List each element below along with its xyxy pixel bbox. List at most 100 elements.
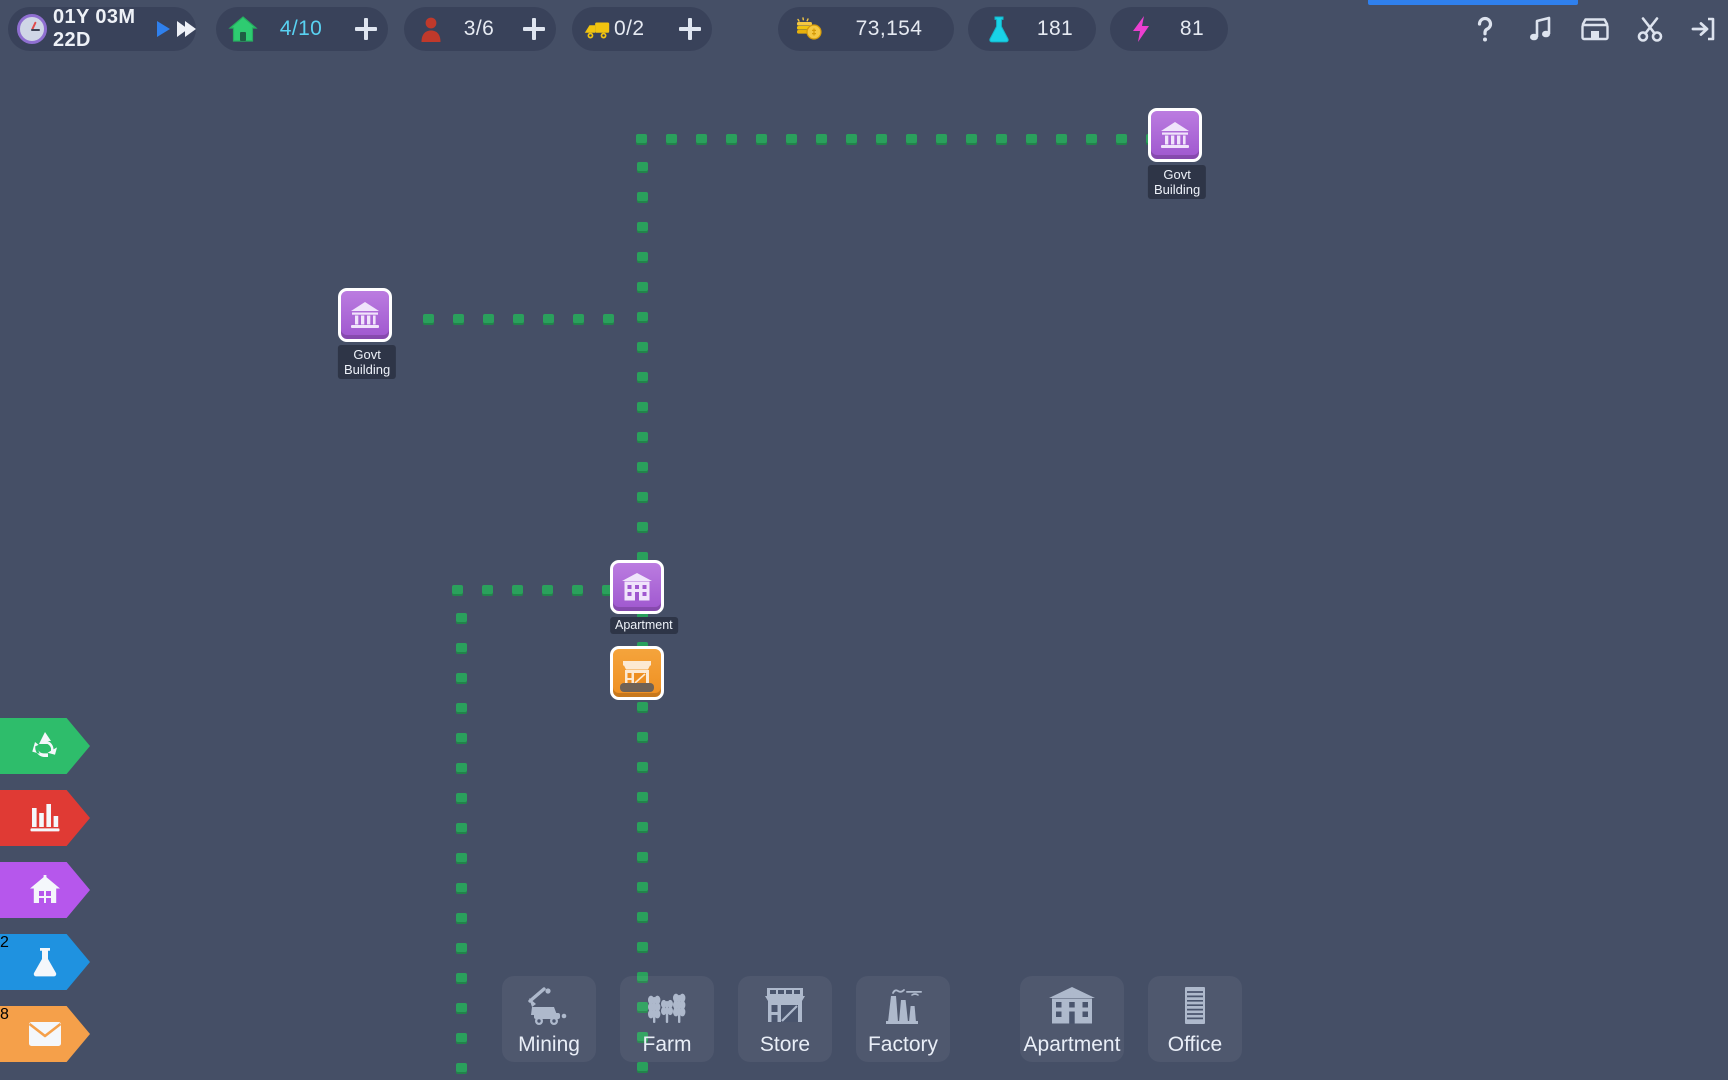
road-tile[interactable] [637, 402, 648, 413]
city-map[interactable]: Govt Building Govt Building Apartment [0, 0, 1728, 1080]
map-building-govt-2[interactable]: Govt Building [338, 288, 396, 379]
road-tile[interactable] [637, 522, 648, 533]
road-tile[interactable] [456, 763, 467, 774]
time-controls[interactable]: 01Y 03M 22D [8, 7, 196, 51]
road-tile[interactable] [637, 912, 648, 923]
road-tile[interactable] [456, 913, 467, 924]
road-tile[interactable] [543, 314, 554, 325]
road-tile[interactable] [637, 942, 648, 953]
road-tile[interactable] [637, 162, 648, 173]
road-tile[interactable] [423, 314, 434, 325]
road-tile[interactable] [696, 134, 707, 145]
road-tile[interactable] [1116, 134, 1127, 145]
road-tile[interactable] [966, 134, 977, 145]
road-tile[interactable] [1026, 134, 1037, 145]
road-tile[interactable] [1086, 134, 1097, 145]
road-tile[interactable] [637, 882, 648, 893]
road-tile[interactable] [936, 134, 947, 145]
road-tile[interactable] [816, 134, 827, 145]
road-tile[interactable] [906, 134, 917, 145]
bank-icon[interactable] [1148, 108, 1202, 162]
add-housing-button[interactable] [344, 18, 388, 40]
envelope-icon [27, 1019, 63, 1049]
build-button-office[interactable]: Office [1148, 976, 1242, 1062]
road-tile[interactable] [637, 492, 648, 503]
road-tile[interactable] [637, 252, 648, 263]
road-tile[interactable] [456, 1003, 467, 1014]
road-tile[interactable] [483, 314, 494, 325]
road-tile[interactable] [456, 883, 467, 894]
road-tile[interactable] [603, 314, 614, 325]
resource-housing[interactable]: 4/10 [216, 7, 388, 51]
road-tile[interactable] [456, 943, 467, 954]
road-tile[interactable] [456, 733, 467, 744]
road-tile[interactable] [756, 134, 767, 145]
road-tile[interactable] [572, 585, 583, 596]
road-tile[interactable] [637, 792, 648, 803]
resource-population[interactable]: 3/6 [404, 7, 556, 51]
bank-icon[interactable] [338, 288, 392, 342]
play-button[interactable] [157, 21, 170, 37]
road-tile[interactable] [637, 822, 648, 833]
road-tile[interactable] [452, 585, 463, 596]
road-tile[interactable] [637, 222, 648, 233]
build-button-factory[interactable]: Factory [856, 976, 950, 1062]
road-tile[interactable] [786, 134, 797, 145]
road-tile[interactable] [542, 585, 553, 596]
road-tile[interactable] [637, 462, 648, 473]
road-tile[interactable] [456, 823, 467, 834]
road-tile[interactable] [512, 585, 523, 596]
storefront-icon[interactable] [610, 646, 664, 700]
question-mark-icon[interactable] [1464, 8, 1506, 50]
road-tile[interactable] [636, 134, 647, 145]
road-tile[interactable] [456, 673, 467, 684]
map-building-store-1[interactable] [610, 646, 664, 700]
build-button-mining[interactable]: Mining [502, 976, 596, 1062]
road-tile[interactable] [637, 1062, 648, 1073]
road-tile[interactable] [456, 853, 467, 864]
road-tile[interactable] [637, 342, 648, 353]
road-tile[interactable] [637, 312, 648, 323]
road-tile[interactable] [453, 314, 464, 325]
road-tile[interactable] [637, 732, 648, 743]
road-tile[interactable] [456, 1063, 467, 1074]
road-tile[interactable] [637, 852, 648, 863]
road-tile[interactable] [456, 793, 467, 804]
road-tile[interactable] [513, 314, 524, 325]
fast-forward-button[interactable] [177, 21, 196, 37]
build-button-apartment[interactable]: Apartment [1020, 976, 1124, 1062]
road-tile[interactable] [637, 432, 648, 443]
road-tile[interactable] [456, 643, 467, 654]
add-population-button[interactable] [512, 18, 556, 40]
map-building-govt-1[interactable]: Govt Building [1148, 108, 1206, 199]
road-tile[interactable] [666, 134, 677, 145]
map-building-apartment-1[interactable]: Apartment [610, 560, 678, 634]
road-tile[interactable] [573, 314, 584, 325]
road-tile[interactable] [1056, 134, 1067, 145]
road-tile[interactable] [482, 585, 493, 596]
build-button-store[interactable]: Store [738, 976, 832, 1062]
road-tile[interactable] [637, 282, 648, 293]
road-tile[interactable] [846, 134, 857, 145]
road-tile[interactable] [637, 702, 648, 713]
road-tile[interactable] [637, 192, 648, 203]
road-tile[interactable] [456, 973, 467, 984]
road-tile[interactable] [456, 613, 467, 624]
build-button-farm[interactable]: Farm [620, 976, 714, 1062]
build-menu-bar[interactable]: Mining Farm Stor [502, 976, 1266, 1062]
road-tile[interactable] [637, 762, 648, 773]
road-tile[interactable] [456, 703, 467, 714]
road-tile[interactable] [996, 134, 1007, 145]
apartment-icon[interactable] [610, 560, 664, 614]
resource-science: 181 [968, 7, 1096, 51]
exit-door-icon[interactable] [1682, 8, 1724, 50]
scissors-icon[interactable] [1629, 8, 1671, 50]
resource-trucks[interactable]: 0/2 [572, 7, 712, 51]
road-tile[interactable] [637, 372, 648, 383]
road-tile[interactable] [456, 1033, 467, 1044]
music-note-icon[interactable] [1519, 8, 1561, 50]
treasure-chest-icon[interactable] [1574, 8, 1616, 50]
add-truck-button[interactable] [668, 18, 712, 40]
road-tile[interactable] [876, 134, 887, 145]
road-tile[interactable] [726, 134, 737, 145]
